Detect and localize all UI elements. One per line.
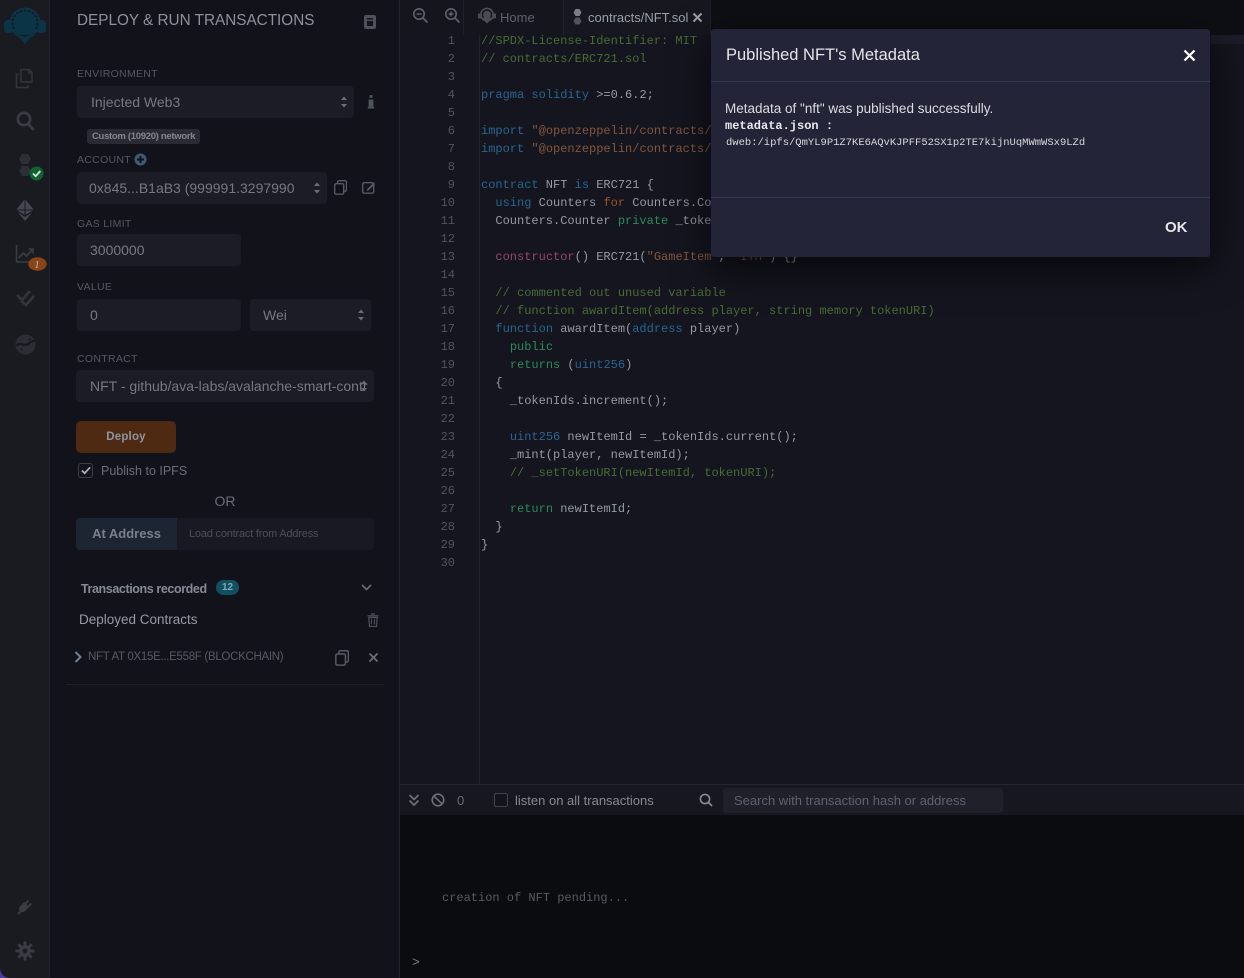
svg-text:1: 1 — [35, 260, 40, 271]
